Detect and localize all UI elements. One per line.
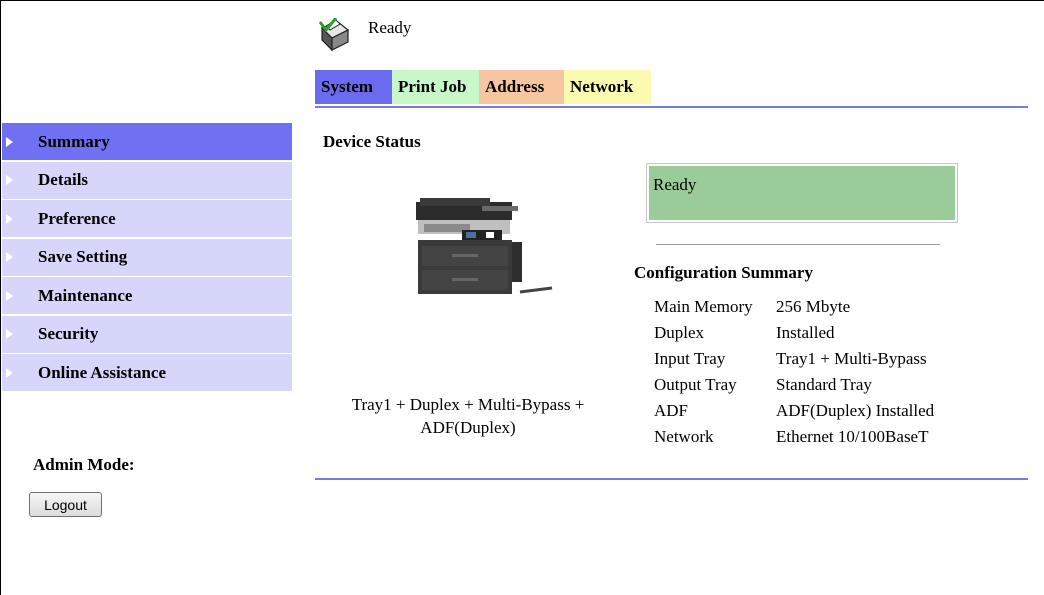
page-title: Device Status: [323, 132, 421, 151]
config-key: Input Tray: [654, 349, 726, 368]
config-key: Network: [654, 427, 714, 446]
arrow-right-icon: [6, 329, 13, 339]
config-key: Output Tray: [654, 375, 737, 394]
sidebar-item-save-setting[interactable]: Save Setting: [2, 238, 292, 276]
arrow-right-icon: [6, 175, 13, 185]
config-value: Tray1 + Multi-Bypass: [776, 349, 927, 368]
config-value: 256 Mbyte: [776, 297, 851, 316]
arrow-right-icon: [6, 252, 13, 262]
device-status-text: Ready: [649, 166, 955, 220]
arrow-right-icon: [6, 367, 13, 378]
device-options-line: Tray1 + Duplex + Multi-Bypass +: [351, 395, 585, 414]
sidebar-item-label: Preference: [38, 208, 116, 228]
sidebar-item-maintenance[interactable]: Maintenance: [2, 277, 292, 314]
content-divider: [315, 478, 1028, 480]
tab-print-job[interactable]: Print Job: [392, 70, 479, 104]
device-options-text: Tray1 + Duplex + Multi-Bypass + ADF(Dupl…: [318, 393, 618, 439]
sidebar: Summary Details Preference Save Setting …: [2, 123, 292, 393]
table-row: Input Tray Tray1 + Multi-Bypass: [654, 346, 1006, 372]
arrow-right-icon: [6, 290, 13, 301]
config-summary-table: Main Memory 256 Mbyte Duplex Installed I…: [654, 294, 1006, 450]
table-row: Output Tray Standard Tray: [654, 372, 1006, 398]
table-row: ADF ADF(Duplex) Installed: [654, 398, 1006, 424]
config-value: Installed: [776, 323, 835, 342]
sidebar-item-details[interactable]: Details: [2, 161, 292, 199]
logout-button[interactable]: Logout: [29, 492, 102, 517]
table-row: Main Memory 256 Mbyte: [654, 294, 1006, 320]
config-value: ADF(Duplex) Installed: [776, 401, 935, 420]
table-row: Duplex Installed: [654, 320, 1006, 346]
tab-divider: [315, 106, 1028, 108]
config-key: ADF: [654, 401, 689, 420]
config-key: Duplex: [654, 323, 705, 342]
admin-mode-label: Admin Mode:: [33, 455, 135, 474]
printer-status-text: Ready: [368, 18, 412, 37]
sidebar-item-label: Maintenance: [38, 285, 133, 305]
tab-address[interactable]: Address: [479, 70, 564, 104]
arrow-right-icon: [6, 136, 13, 147]
sidebar-item-preference[interactable]: Preference: [2, 200, 292, 237]
tab-bar: System Print Job Address Network: [315, 70, 651, 104]
tab-system[interactable]: System: [315, 70, 392, 104]
config-key: Main Memory: [654, 297, 753, 316]
sidebar-item-label: Online Assistance: [38, 362, 166, 382]
config-summary-title: Configuration Summary: [634, 263, 813, 282]
sidebar-item-label: Save Setting: [38, 247, 128, 266]
sidebar-item-label: Details: [38, 170, 89, 189]
sidebar-item-summary[interactable]: Summary: [2, 123, 292, 160]
arrow-right-icon: [6, 213, 13, 224]
sidebar-item-security[interactable]: Security: [2, 315, 292, 353]
table-row: Network Ethernet 10/100BaseT: [654, 424, 1006, 450]
sidebar-item-online-assistance[interactable]: Online Assistance: [2, 354, 292, 391]
divider: [656, 244, 940, 245]
sidebar-item-label: Summary: [38, 131, 110, 151]
device-status-box: Ready: [646, 163, 958, 223]
tab-network[interactable]: Network: [564, 70, 651, 104]
config-value: Standard Tray: [776, 375, 872, 394]
config-value: Ethernet 10/100BaseT: [776, 427, 929, 446]
sidebar-item-label: Security: [38, 324, 99, 343]
device-options-line: ADF(Duplex): [420, 418, 516, 437]
printer-device-image: [416, 198, 553, 294]
printer-ready-icon: [318, 18, 350, 52]
